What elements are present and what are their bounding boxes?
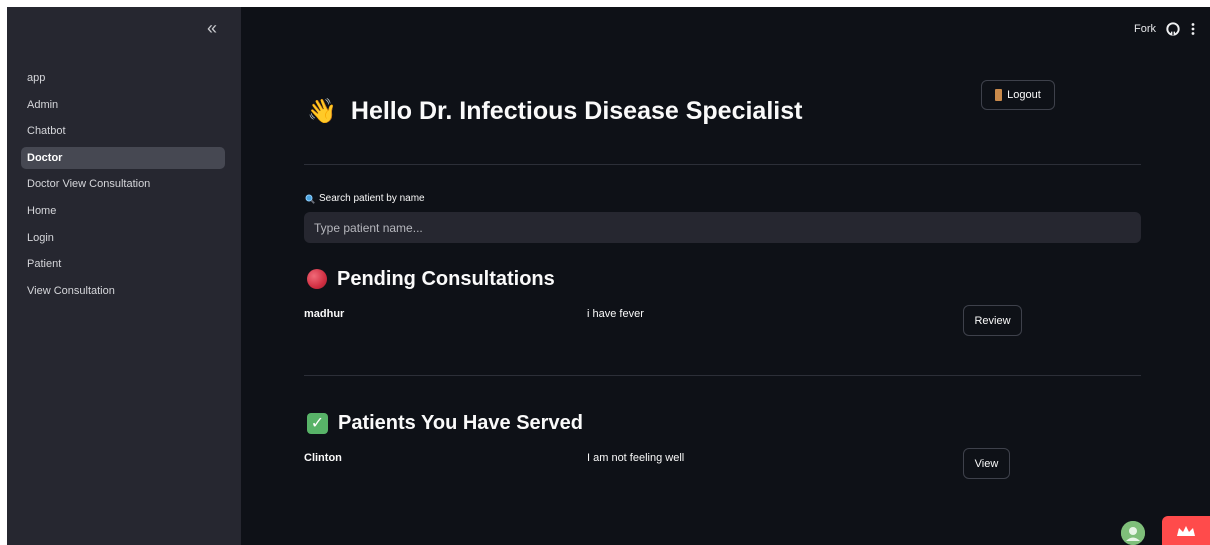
sidebar: « app Admin Chatbot Doctor Doctor View C…: [7, 7, 241, 545]
streamlit-badge[interactable]: [1162, 516, 1210, 545]
logout-button[interactable]: Logout: [981, 80, 1055, 110]
logout-label: Logout: [1007, 89, 1041, 101]
sidebar-item-doctor[interactable]: Doctor: [21, 146, 225, 169]
collapse-sidebar-icon[interactable]: «: [204, 19, 220, 37]
waving-hand-icon: 👋: [307, 97, 337, 125]
red-circle-icon: [307, 269, 327, 289]
served-section-title: ✓ Patients You Have Served: [307, 409, 583, 437]
sidebar-item-login[interactable]: Login: [21, 227, 225, 249]
door-icon: [995, 89, 1003, 101]
pending-section-title: Pending Consultations: [307, 265, 555, 293]
sidebar-item-doctor-view-consultation[interactable]: Doctor View Consultation: [21, 173, 225, 195]
sidebar-item-app[interactable]: app: [21, 67, 225, 89]
sidebar-nav: app Admin Chatbot Doctor Doctor View Con…: [21, 67, 225, 306]
served-title-text: Patients You Have Served: [338, 411, 583, 434]
search-label-text: Search patient by name: [319, 193, 425, 204]
magnifier-icon: [305, 194, 315, 204]
top-toolbar: Fork: [1134, 19, 1196, 39]
fork-link[interactable]: Fork: [1134, 23, 1156, 35]
sidebar-item-view-consultation[interactable]: View Consultation: [21, 280, 225, 302]
served-patient-name: Clinton: [304, 452, 342, 464]
kebab-menu-icon[interactable]: [1190, 22, 1196, 36]
sidebar-item-patient[interactable]: Patient: [21, 253, 225, 275]
sidebar-item-chatbot[interactable]: Chatbot: [21, 120, 225, 142]
pending-title-text: Pending Consultations: [337, 267, 555, 290]
pending-patient-name: madhur: [304, 308, 345, 320]
search-label: Search patient by name: [305, 193, 425, 204]
github-icon[interactable]: [1166, 22, 1180, 36]
review-button[interactable]: Review: [963, 305, 1022, 336]
divider: [304, 375, 1141, 376]
divider: [304, 164, 1141, 165]
search-input[interactable]: [304, 212, 1141, 243]
served-patient-message: I am not feeling well: [587, 452, 685, 464]
pending-patient-message: i have fever: [587, 308, 644, 320]
sidebar-item-home[interactable]: Home: [21, 200, 225, 222]
view-button[interactable]: View: [963, 448, 1010, 479]
avatar[interactable]: [1121, 521, 1145, 545]
check-mark-icon: ✓: [307, 412, 328, 434]
app-window: « app Admin Chatbot Doctor Doctor View C…: [7, 7, 1210, 545]
page-title: Hello Dr. Infectious Disease Specialist: [350, 96, 803, 125]
sidebar-item-admin[interactable]: Admin: [21, 94, 225, 116]
page-header: 👋 Hello Dr. Infectious Disease Specialis…: [307, 93, 802, 129]
